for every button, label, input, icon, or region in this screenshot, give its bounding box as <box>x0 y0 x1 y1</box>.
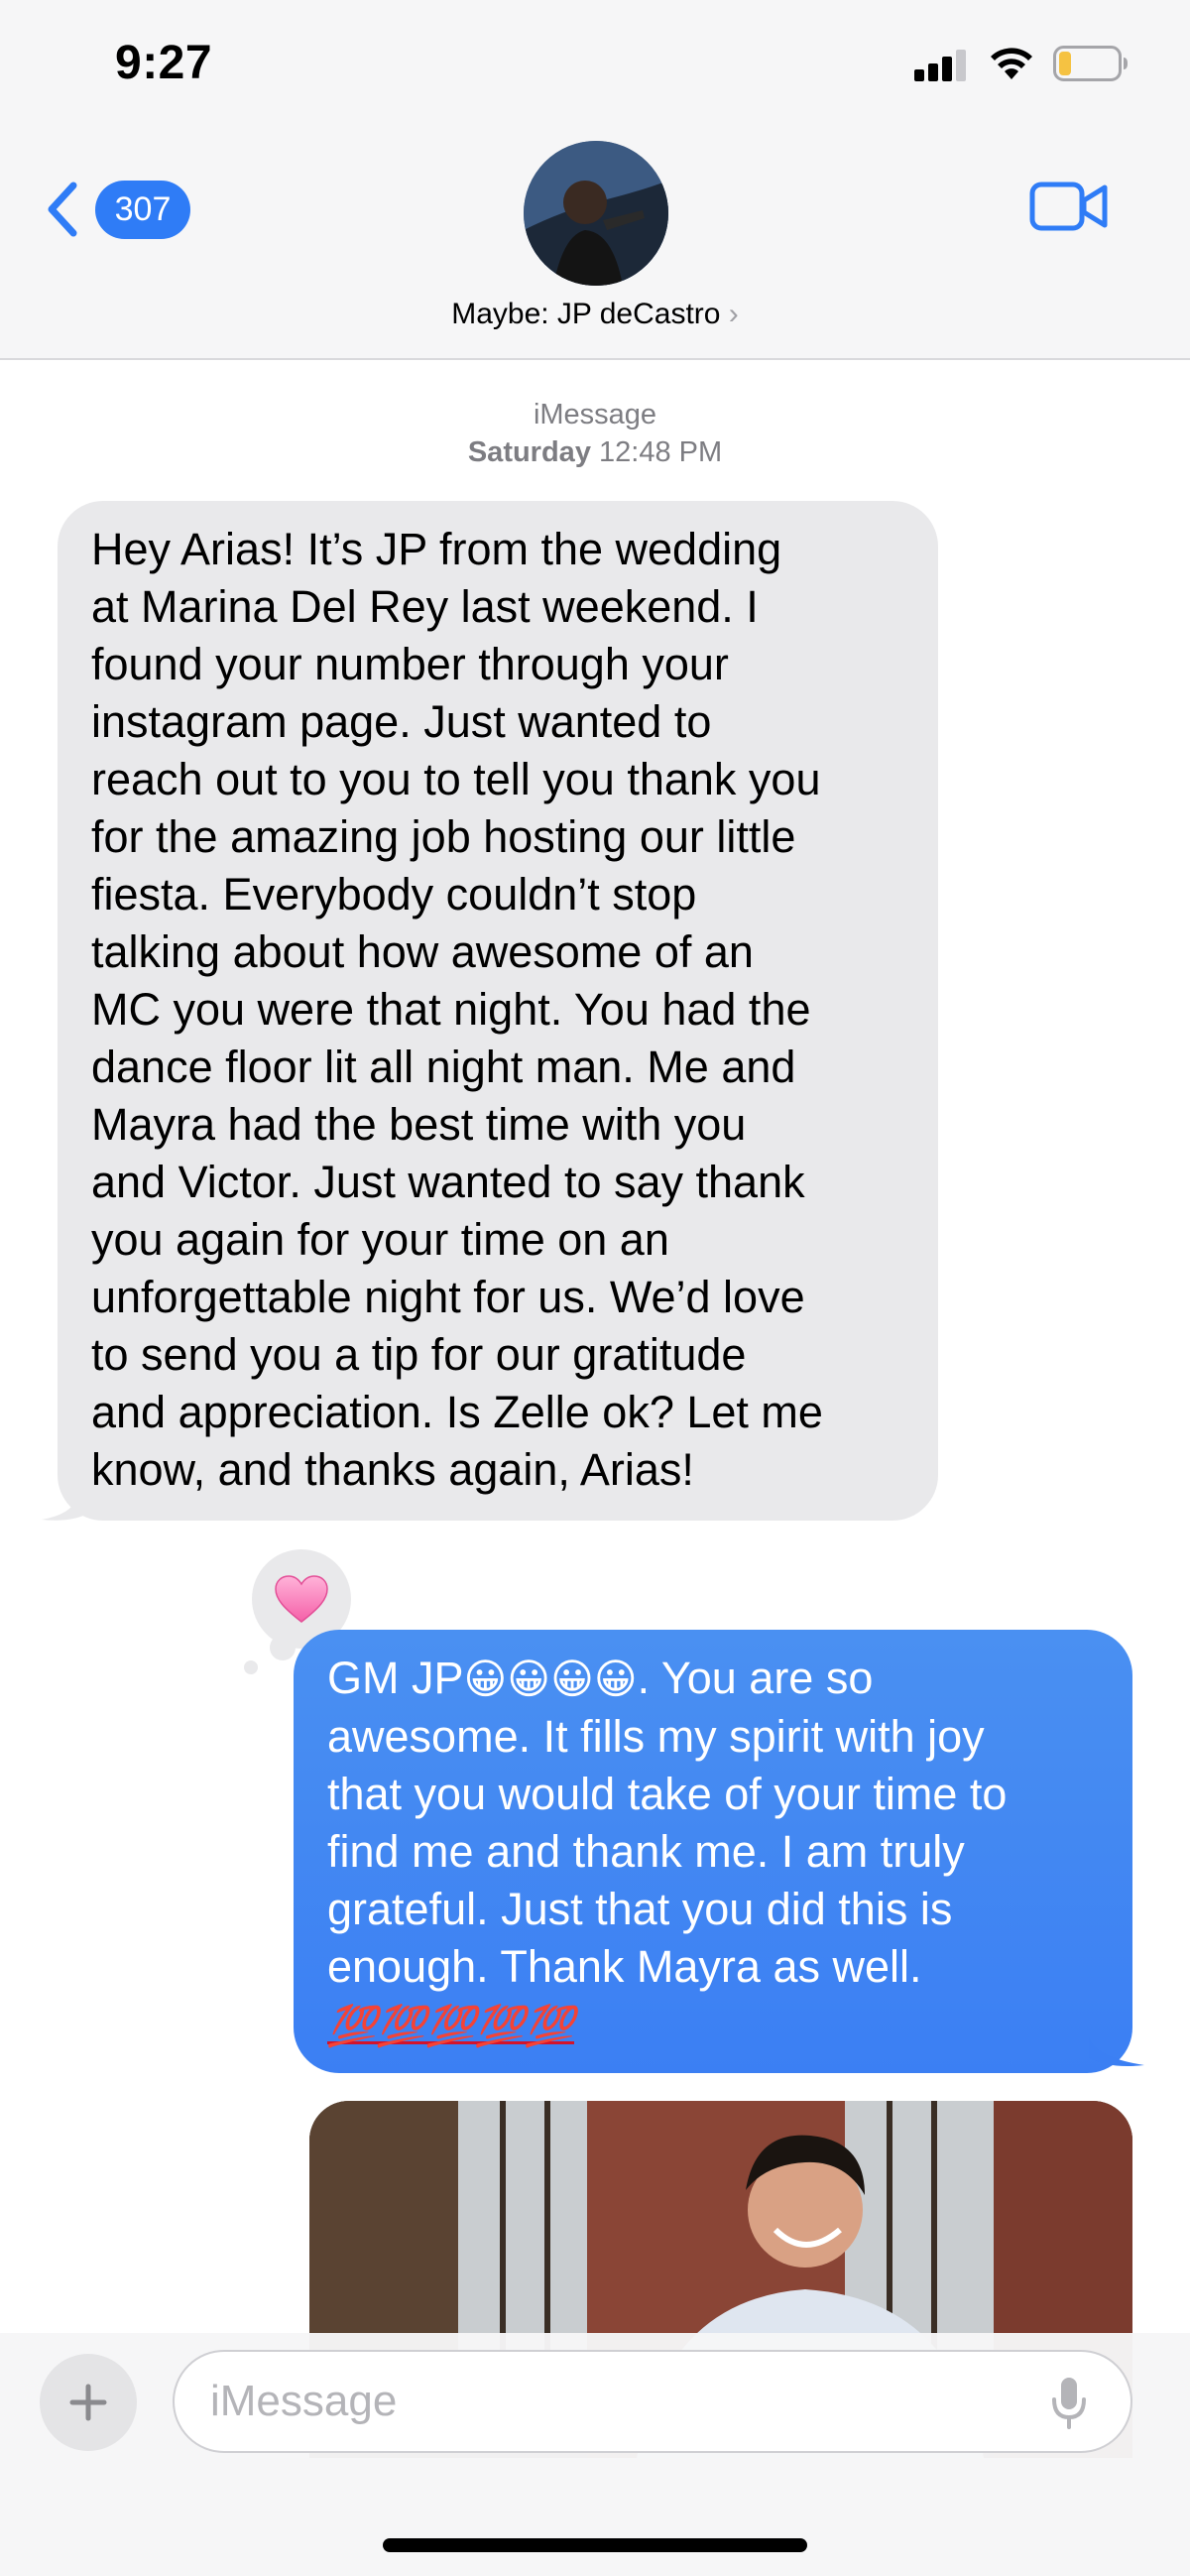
outgoing-message-text: GM JP😀😀😀😀. You are so awesome. It fills … <box>327 1650 1099 2055</box>
outgoing-body: . You are so awesome. It fills my spirit… <box>327 1653 1008 1992</box>
battery-icon <box>1053 46 1128 81</box>
message-timestamp: Saturday 12:48 PM <box>0 436 1190 469</box>
outgoing-prefix: GM JP <box>327 1653 464 1703</box>
timestamp-day: Saturday <box>467 436 591 468</box>
timestamp-time: 12:48 PM <box>599 436 723 468</box>
heart-icon <box>275 1575 328 1623</box>
status-bar: 9:27 <box>0 0 1190 129</box>
reaction-dot <box>244 1660 258 1674</box>
avatar-photo <box>524 141 668 286</box>
message-input[interactable] <box>210 2352 1023 2451</box>
grinning-emoji: 😀😀😀😀 <box>463 1655 638 1703</box>
chevron-right-icon: › <box>728 298 739 330</box>
incoming-message-text: Hey Arias! It’s JP from the wedding at M… <box>91 524 823 1495</box>
video-camera-icon[interactable] <box>1029 177 1109 236</box>
outgoing-message-bubble[interactable]: GM JP😀😀😀😀. You are so awesome. It fills … <box>294 1630 1132 2073</box>
microphone-icon[interactable] <box>1049 2376 1089 2431</box>
contact-name-text: Maybe: JP deCastro <box>451 298 721 330</box>
hundred-emoji: 💯💯💯💯💯 <box>327 2005 575 2048</box>
wifi-icon <box>991 48 1032 79</box>
bubble-tail <box>42 1494 97 1521</box>
signal-icon <box>914 50 970 81</box>
back-button[interactable]: 307 <box>44 177 190 242</box>
unread-count-badge: 307 <box>95 180 190 239</box>
back-chevron-icon <box>48 182 77 237</box>
bubble-tail <box>1089 2035 1144 2066</box>
contact-avatar[interactable] <box>524 141 668 286</box>
incoming-message-bubble[interactable]: Hey Arias! It’s JP from the wedding at M… <box>58 501 938 1521</box>
contact-name[interactable]: Maybe: JP deCastro › <box>0 298 1190 331</box>
home-indicator <box>383 2538 807 2552</box>
conversation-header: 307 Maybe: JP deCastro › <box>0 129 1190 360</box>
plus-icon <box>69 2384 107 2421</box>
status-time: 9:27 <box>115 37 213 89</box>
service-label: iMessage <box>533 399 657 430</box>
plus-button[interactable] <box>40 2354 137 2451</box>
message-input-field[interactable] <box>173 2350 1132 2453</box>
